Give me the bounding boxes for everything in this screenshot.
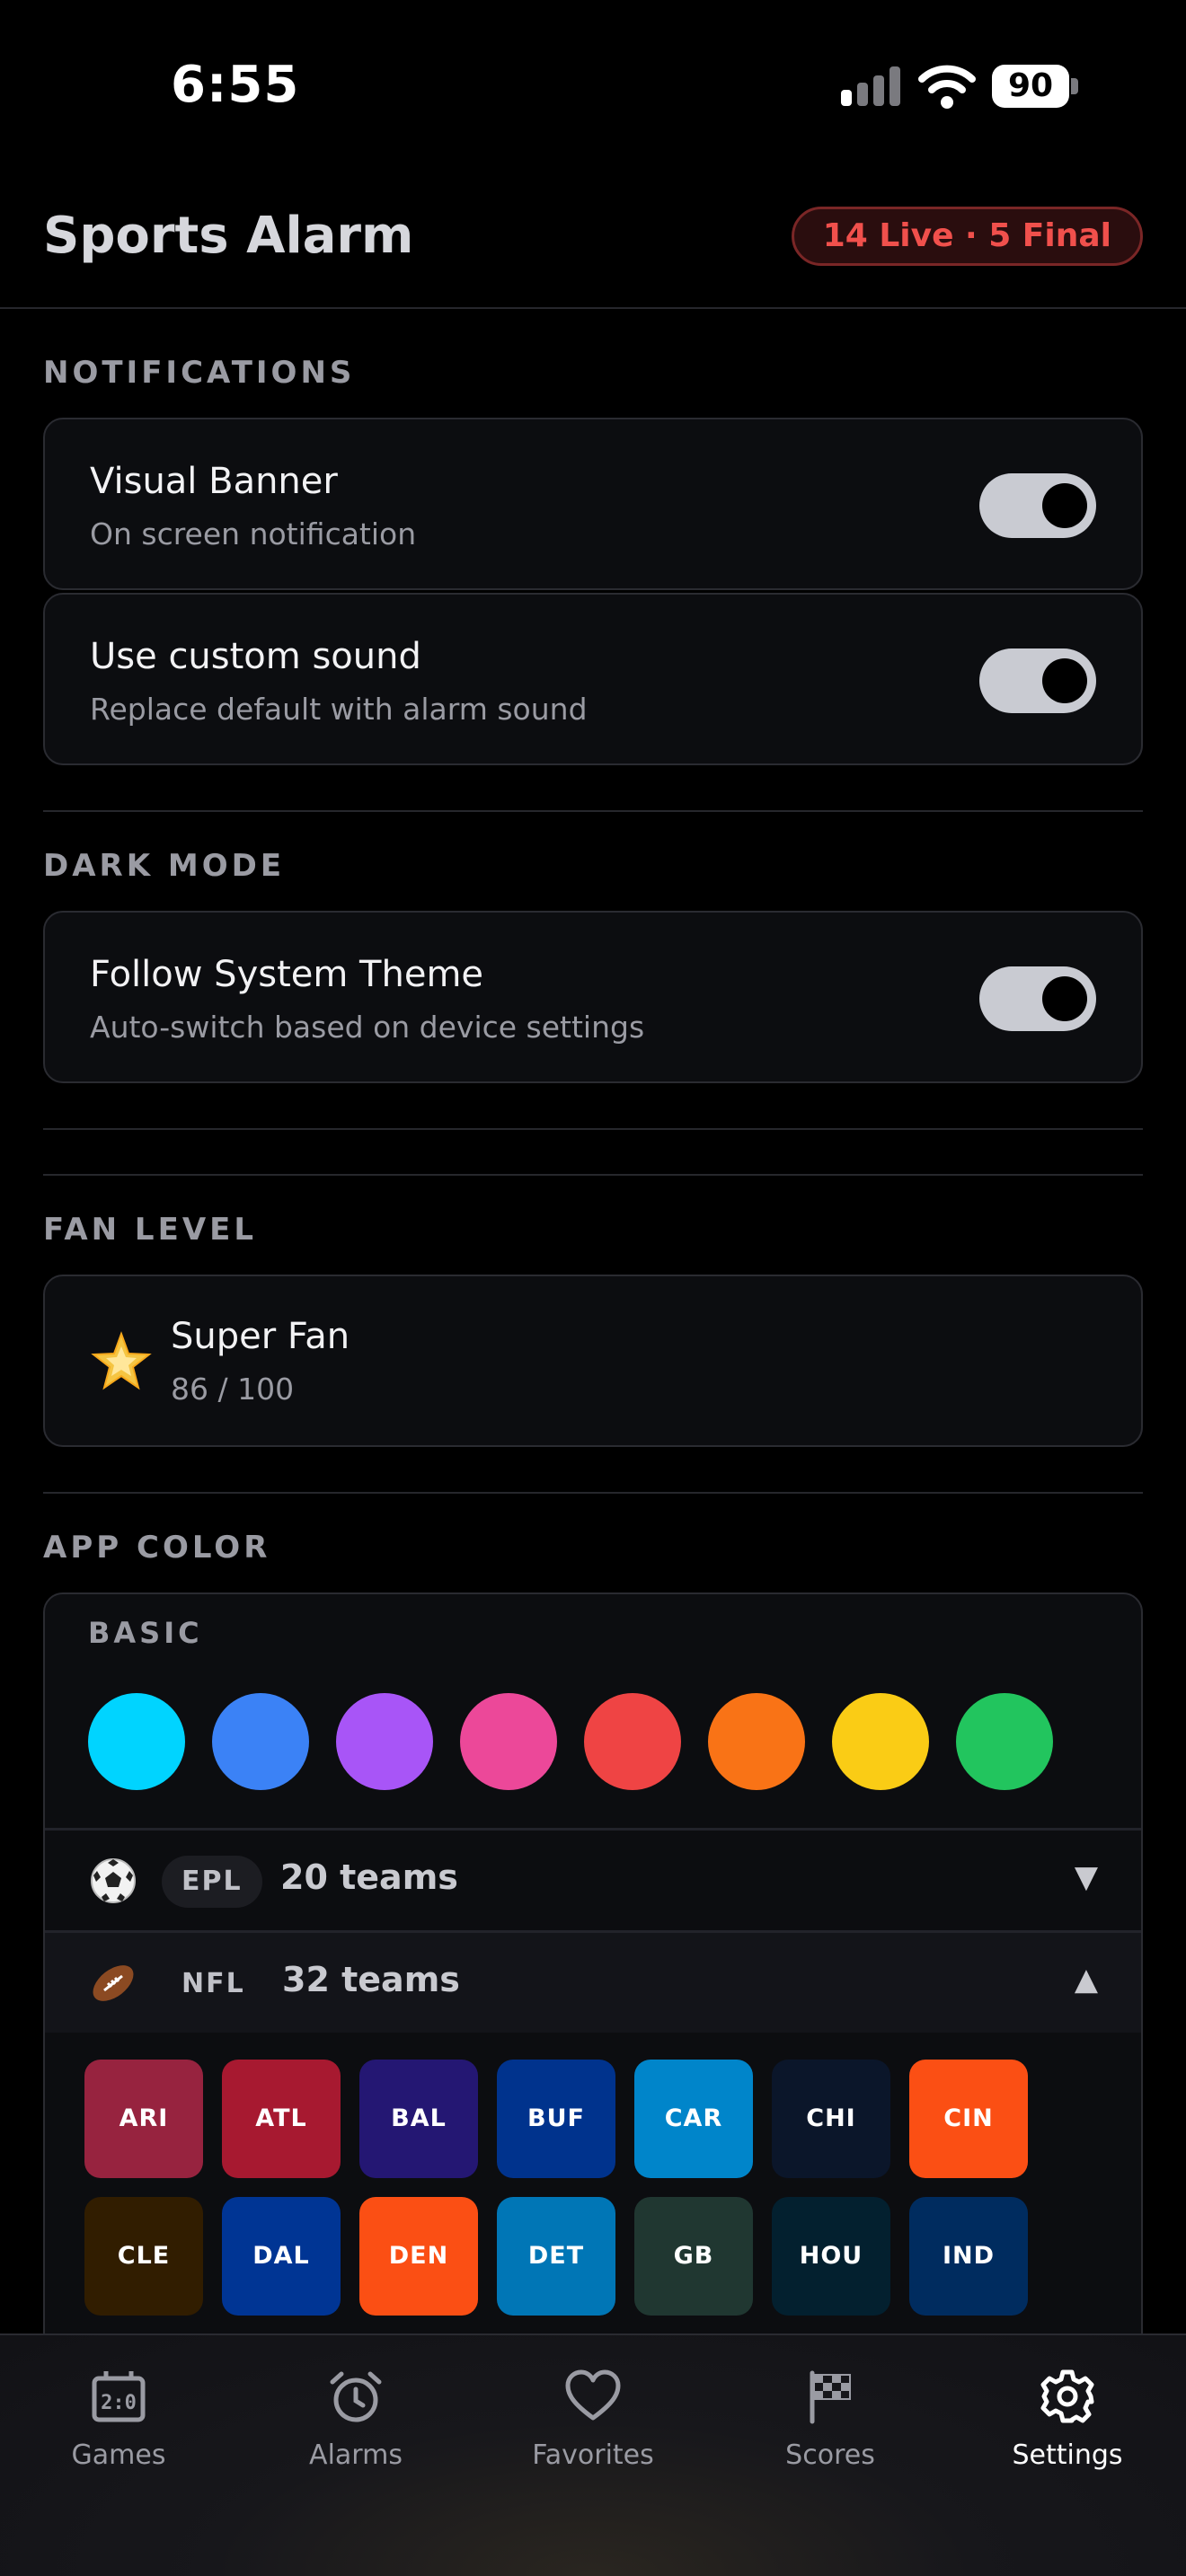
chevron-up-icon: ▲	[1074, 1962, 1098, 1998]
team-color-tile[interactable]: ATL	[222, 2060, 341, 2178]
notifications-section-label: NOTIFICATIONS	[43, 355, 356, 391]
color-swatch[interactable]	[584, 1693, 681, 1790]
color-swatch[interactable]	[956, 1693, 1053, 1790]
fan-level-section-label: FAN LEVEL	[43, 1212, 258, 1248]
league-team-count: 32 teams	[282, 1960, 460, 1999]
league-team-count: 20 teams	[280, 1857, 458, 1897]
app-header: Sports Alarm 14 Live · 5 Final	[0, 171, 1186, 309]
color-swatch[interactable]	[212, 1693, 309, 1790]
fan-level-title: Super Fan	[171, 1316, 350, 1357]
star-icon	[91, 1331, 152, 1390]
row-title: Follow System Theme	[90, 954, 484, 995]
team-color-tile[interactable]: IND	[909, 2197, 1028, 2316]
follow-system-theme-toggle[interactable]	[979, 966, 1096, 1031]
team-color-tile[interactable]: HOU	[772, 2197, 890, 2316]
row-title: Use custom sound	[90, 636, 421, 677]
league-row-epl[interactable]: EPL 20 teams ▼	[45, 1828, 1141, 1930]
team-color-tile[interactable]: CAR	[634, 2060, 753, 2178]
section-divider	[43, 1174, 1143, 1176]
nfl-team-grid: ARI ATL BAL BUF CAR CHI CIN CLE DAL DEN DET GB HOU IN…	[45, 2033, 1141, 2363]
league-row-nfl[interactable]: NFL 32 teams ▲	[45, 1930, 1141, 2033]
basic-colors-label: BASIC	[88, 1616, 203, 1650]
scoreboard-icon: 2:0	[92, 2371, 146, 2422]
football-icon	[93, 1965, 134, 2001]
status-bar: 6:55 90	[0, 0, 1186, 171]
tab-favorites[interactable]: Favorites	[503, 2368, 683, 2493]
fan-level-card: Super Fan 86 / 100	[43, 1275, 1143, 1447]
team-color-tile[interactable]: BUF	[497, 2060, 615, 2178]
tab-label: Settings	[1012, 2439, 1123, 2471]
fan-level-score: 86 / 100	[171, 1372, 295, 1407]
row-subtitle: On screen notification	[90, 516, 417, 551]
team-color-tile[interactable]: DEN	[359, 2197, 478, 2316]
cellular-signal-icon	[841, 66, 900, 106]
color-swatch[interactable]	[832, 1693, 929, 1790]
battery-level: 90	[992, 65, 1069, 108]
follow-system-theme-row[interactable]: Follow System Theme Auto-switch based on…	[43, 911, 1143, 1083]
row-subtitle: Replace default with alarm sound	[90, 692, 588, 727]
league-name: NFL	[181, 1968, 245, 1999]
gear-icon	[1040, 2369, 1094, 2423]
tab-label: Alarms	[309, 2439, 403, 2471]
tab-games[interactable]: 2:0 Games	[29, 2368, 208, 2493]
dark-mode-section-label: DARK MODE	[43, 848, 286, 884]
tab-label: Favorites	[532, 2439, 654, 2471]
heart-icon	[565, 2369, 621, 2421]
custom-sound-toggle[interactable]	[979, 648, 1096, 713]
color-swatch[interactable]	[460, 1693, 557, 1790]
tab-bar: 2:0 Games Alarms Favorites Scores Settin…	[0, 2333, 1186, 2576]
team-color-tile[interactable]: CLE	[84, 2197, 203, 2316]
team-color-tile[interactable]: GB	[634, 2197, 753, 2316]
tab-alarms[interactable]: Alarms	[266, 2368, 446, 2493]
app-color-section-label: APP COLOR	[43, 1530, 271, 1566]
team-color-tile[interactable]: BAL	[359, 2060, 478, 2178]
row-subtitle: Auto-switch based on device settings	[90, 1010, 645, 1045]
section-divider	[43, 1492, 1143, 1494]
soccer-ball-icon	[91, 1858, 136, 1903]
live-status-badge[interactable]: 14 Live · 5 Final	[791, 207, 1143, 266]
tab-scores[interactable]: Scores	[740, 2368, 920, 2493]
battery-icon: 90	[992, 65, 1078, 108]
visual-banner-toggle[interactable]	[979, 473, 1096, 538]
custom-sound-row[interactable]: Use custom sound Replace default with al…	[43, 593, 1143, 765]
tab-label: Scores	[785, 2439, 875, 2471]
visual-banner-row[interactable]: Visual Banner On screen notification	[43, 418, 1143, 590]
tab-settings[interactable]: Settings	[978, 2368, 1157, 2493]
team-color-tile[interactable]: DET	[497, 2197, 615, 2316]
chevron-down-icon: ▼	[1074, 1859, 1098, 1895]
section-divider	[43, 1128, 1143, 1130]
color-swatch[interactable]	[336, 1693, 433, 1790]
section-divider	[43, 810, 1143, 812]
wifi-icon	[918, 65, 976, 109]
tab-label: Games	[71, 2439, 166, 2471]
app-color-card: BASIC EPL 20 teams ▼ NFL 32 teams ▲ ARI A…	[43, 1592, 1143, 2365]
team-color-tile[interactable]: CHI	[772, 2060, 890, 2178]
color-swatch[interactable]	[708, 1693, 805, 1790]
league-name: EPL	[162, 1856, 262, 1908]
alarm-clock-icon	[330, 2371, 382, 2422]
row-title: Visual Banner	[90, 461, 338, 502]
status-time: 6:55	[171, 56, 300, 114]
checkered-flag-icon	[810, 2370, 851, 2424]
color-swatch[interactable]	[88, 1693, 185, 1790]
page-title: Sports Alarm	[43, 207, 414, 265]
team-color-tile[interactable]: DAL	[222, 2197, 341, 2316]
team-color-tile[interactable]: CIN	[909, 2060, 1028, 2178]
team-color-tile[interactable]: ARI	[84, 2060, 203, 2178]
svg-text:2:0: 2:0	[101, 2392, 137, 2414]
